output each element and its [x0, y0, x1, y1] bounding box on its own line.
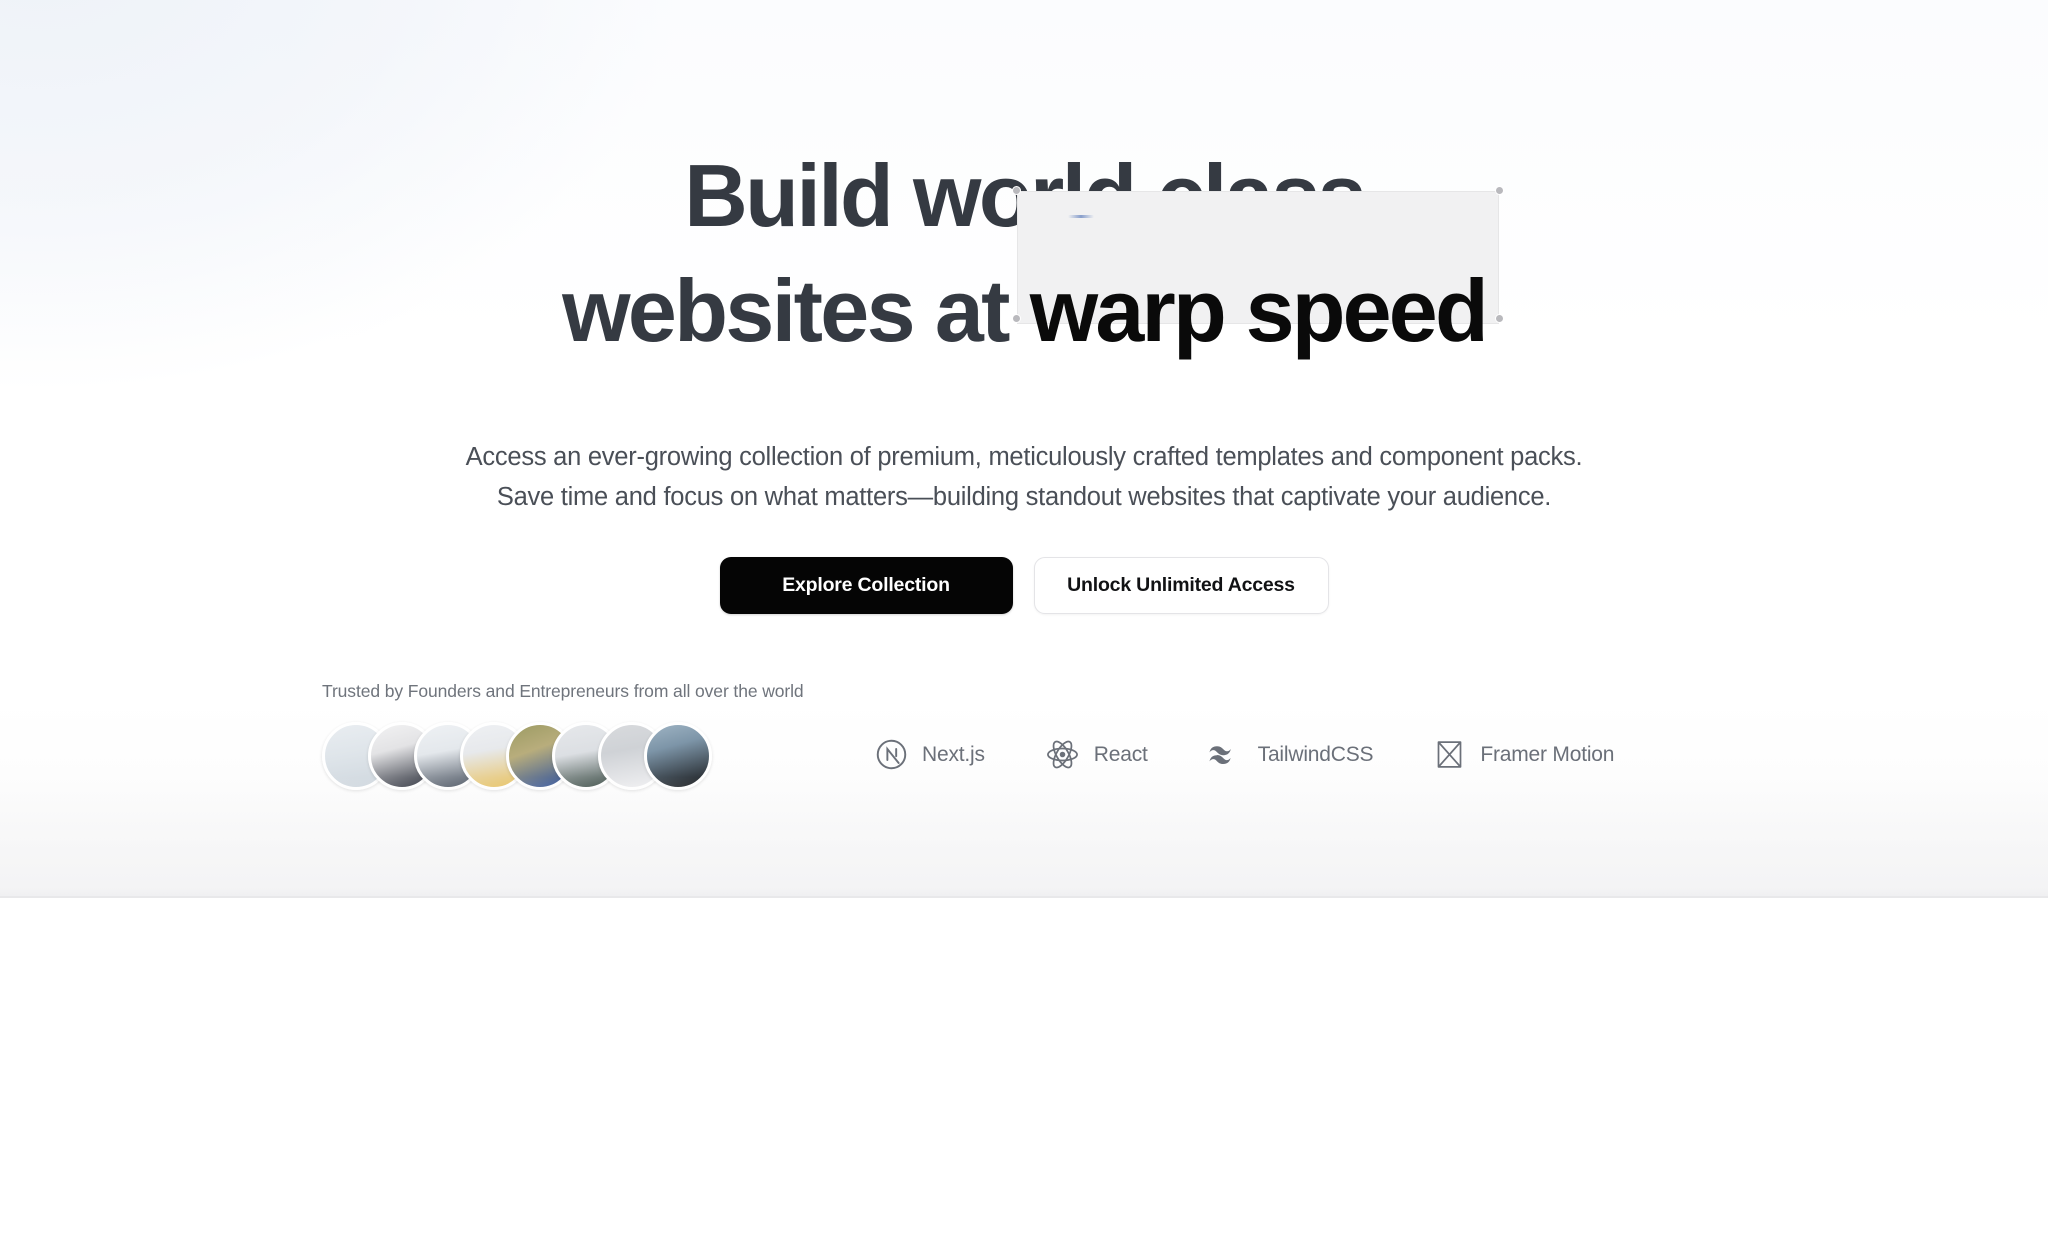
tech-item-nextjs: Next.js [875, 738, 985, 771]
text-caret-icon [1067, 215, 1094, 218]
tailwindcss-icon [1208, 743, 1244, 767]
headline-highlight-selection[interactable]: warp speed [1011, 186, 1504, 368]
hero-cta-row: Explore Collection Unlock Unlimited Acce… [0, 557, 2048, 614]
react-icon [1045, 737, 1080, 772]
tech-label: TailwindCSS [1257, 742, 1374, 766]
unlock-unlimited-access-button[interactable]: Unlock Unlimited Access [1033, 557, 1329, 614]
tech-stack-row: Next.js React TailwindCSS Framer Motion [875, 737, 1614, 772]
hero-subheading: Access an ever-growing collection of pre… [0, 437, 2048, 517]
explore-collection-button[interactable]: Explore Collection [719, 557, 1013, 614]
selection-handle-top-right[interactable] [1494, 186, 1504, 195]
tech-item-react: React [1045, 737, 1148, 772]
page-title: Build world class websites at warp speed [0, 138, 2048, 368]
hero-section: Build world class websites at warp speed… [0, 0, 2048, 897]
headline-line-2-prefix: websites at [562, 261, 1030, 360]
tech-item-framer-motion: Framer Motion [1433, 738, 1614, 771]
selection-handle-bottom-left[interactable] [1011, 314, 1021, 323]
tech-item-tailwindcss: TailwindCSS [1208, 743, 1374, 767]
hero-subheading-line-1: Access an ever-growing collection of pre… [465, 443, 1583, 471]
trust-label: Trusted by Founders and Entrepreneurs fr… [322, 681, 804, 701]
selection-handle-top-left[interactable] [1011, 186, 1021, 195]
hero-bottom-fade [0, 777, 2048, 897]
hero-subheading-line-2: Save time and focus on what matters—buil… [496, 483, 1552, 511]
tech-label: Framer Motion [1480, 742, 1615, 766]
landing-page: Build world class websites at warp speed… [0, 0, 2048, 1256]
headline-line-2: websites at warp speed [0, 186, 2048, 368]
framer-motion-icon [1433, 738, 1466, 771]
selection-handle-bottom-right[interactable] [1494, 314, 1504, 323]
features-section: Idea to website in minutes, not hours. G… [0, 898, 2048, 1256]
headline-highlight-text: warp speed [1029, 261, 1489, 360]
tech-label: React [1093, 742, 1148, 766]
tech-label: Next.js [922, 742, 985, 766]
nextjs-icon [875, 738, 908, 771]
